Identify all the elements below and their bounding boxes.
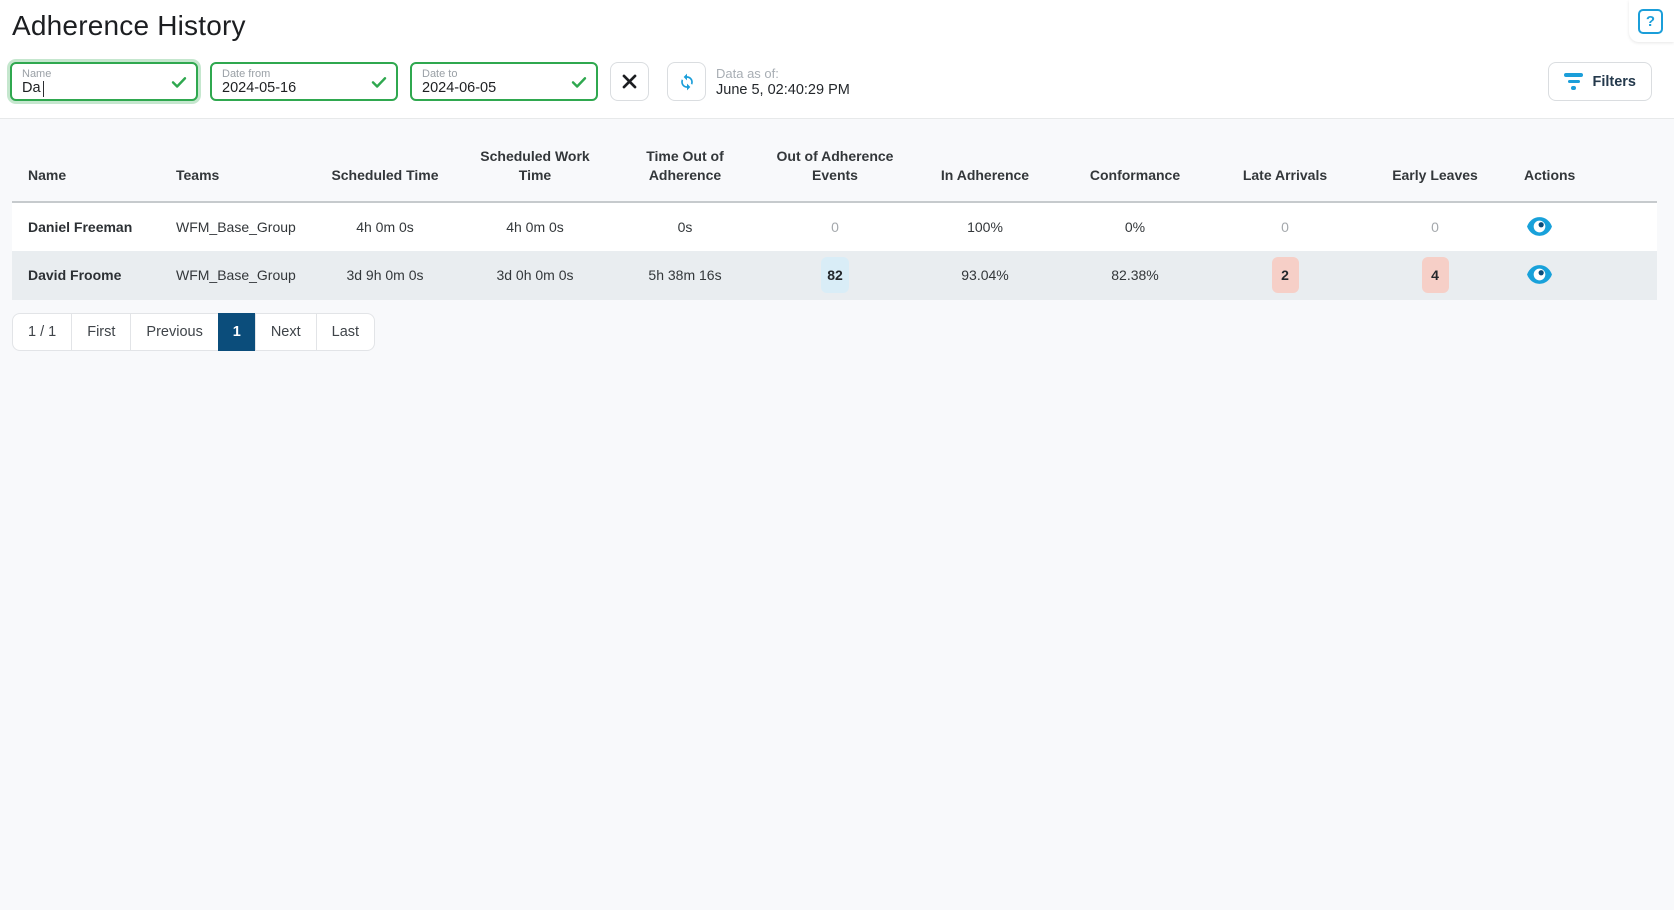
cell-in-adherence: 100% — [910, 202, 1060, 251]
adherence-history-page: ? Adherence History Name Date from D — [0, 0, 1674, 910]
cell-scheduled-time: 4h 0m 0s — [310, 202, 460, 251]
data-as-of-value: June 5, 02:40:29 PM — [716, 82, 850, 98]
cell-scheduled-work-time: 4h 0m 0s — [460, 202, 610, 251]
cell-scheduled-time: 3d 9h 0m 0s — [310, 251, 460, 300]
pagination: 1 / 1 First Previous 1 Next Last — [12, 313, 375, 351]
checkmark-icon — [170, 73, 188, 91]
cell-late-arrivals: 2 — [1210, 251, 1360, 300]
pagination-previous-button[interactable]: Previous — [130, 313, 218, 351]
refresh-button[interactable] — [667, 62, 706, 101]
table-row: David Froome WFM_Base_Group 3d 9h 0m 0s … — [12, 251, 1657, 300]
column-header-late-arrivals: Late Arrivals — [1210, 119, 1360, 202]
cell-scheduled-work-time: 3d 0h 0m 0s — [460, 251, 610, 300]
column-header-time-out-of-adherence: Time Out of Adherence — [610, 119, 760, 202]
help-card: ? — [1629, 0, 1674, 42]
close-icon — [621, 73, 638, 90]
early-leaves-badge: 4 — [1422, 257, 1449, 293]
header-section: Adherence History Name Date from Date to — [0, 0, 1674, 119]
cell-name: David Froome — [12, 251, 160, 300]
cell-conformance: 0% — [1060, 202, 1210, 251]
help-icon[interactable]: ? — [1638, 9, 1663, 34]
column-header-actions: Actions — [1510, 119, 1657, 202]
cell-time-out-of-adherence: 5h 38m 16s — [610, 251, 760, 300]
column-header-conformance: Conformance — [1060, 119, 1210, 202]
pagination-next-button[interactable]: Next — [255, 313, 317, 351]
cell-conformance: 82.38% — [1060, 251, 1210, 300]
date-to-label: Date to — [422, 68, 566, 80]
column-header-scheduled-time: Scheduled Time — [310, 119, 460, 202]
date-from-label: Date from — [222, 68, 366, 80]
cell-late-arrivals: 0 — [1210, 202, 1360, 251]
cell-out-of-adherence-events: 0 — [760, 202, 910, 251]
cell-time-out-of-adherence: 0s — [610, 202, 760, 251]
cell-actions — [1510, 202, 1657, 251]
cell-early-leaves: 0 — [1360, 202, 1510, 251]
cell-early-leaves: 4 — [1360, 251, 1510, 300]
table-row: Daniel Freeman WFM_Base_Group 4h 0m 0s 4… — [12, 202, 1657, 251]
filters-button[interactable]: Filters — [1548, 62, 1652, 101]
text-caret — [43, 81, 44, 97]
date-from-input[interactable] — [222, 80, 366, 97]
column-header-in-adherence: In Adherence — [910, 119, 1060, 202]
data-as-of-label: Data as of: — [716, 66, 850, 82]
view-details-button[interactable] — [1526, 214, 1553, 240]
table-header-row: Name Teams Scheduled Time Scheduled Work… — [12, 119, 1657, 202]
page-title: Adherence History — [10, 10, 1664, 42]
date-to-field[interactable]: Date to — [410, 62, 598, 101]
checkmark-icon — [570, 73, 588, 91]
cell-in-adherence: 93.04% — [910, 251, 1060, 300]
cell-out-of-adherence-events: 82 — [760, 251, 910, 300]
pagination-first-button[interactable]: First — [71, 313, 131, 351]
cell-teams: WFM_Base_Group — [160, 202, 310, 251]
column-header-early-leaves: Early Leaves — [1360, 119, 1510, 202]
column-header-name: Name — [12, 119, 160, 202]
eye-icon — [1526, 216, 1553, 237]
refresh-icon — [677, 72, 697, 92]
filter-bar: Name Date from Date to — [10, 62, 1664, 118]
pagination-current-page[interactable]: 1 — [218, 313, 256, 351]
checkmark-icon — [370, 73, 388, 91]
cell-actions — [1510, 251, 1657, 300]
filters-button-label: Filters — [1592, 74, 1636, 90]
column-header-teams: Teams — [160, 119, 310, 202]
view-details-button[interactable] — [1526, 262, 1553, 288]
page-indicator: 1 / 1 — [12, 313, 72, 351]
column-header-out-of-adherence-events: Out of Adherence Events — [760, 119, 910, 202]
pagination-last-button[interactable]: Last — [316, 313, 375, 351]
events-badge: 82 — [821, 257, 849, 293]
date-to-input[interactable] — [422, 80, 566, 97]
clear-filters-button[interactable] — [610, 62, 649, 101]
date-from-field[interactable]: Date from — [210, 62, 398, 101]
data-as-of: Data as of: June 5, 02:40:29 PM — [716, 66, 850, 98]
late-arrivals-badge: 2 — [1272, 257, 1299, 293]
cell-teams: WFM_Base_Group — [160, 251, 310, 300]
adherence-table: Name Teams Scheduled Time Scheduled Work… — [12, 119, 1657, 300]
name-field-label: Name — [22, 68, 166, 80]
name-field[interactable]: Name — [10, 62, 198, 101]
filter-funnel-icon — [1564, 73, 1583, 90]
eye-icon — [1526, 264, 1553, 285]
cell-name: Daniel Freeman — [12, 202, 160, 251]
column-header-scheduled-work-time: Scheduled Work Time — [460, 119, 610, 202]
